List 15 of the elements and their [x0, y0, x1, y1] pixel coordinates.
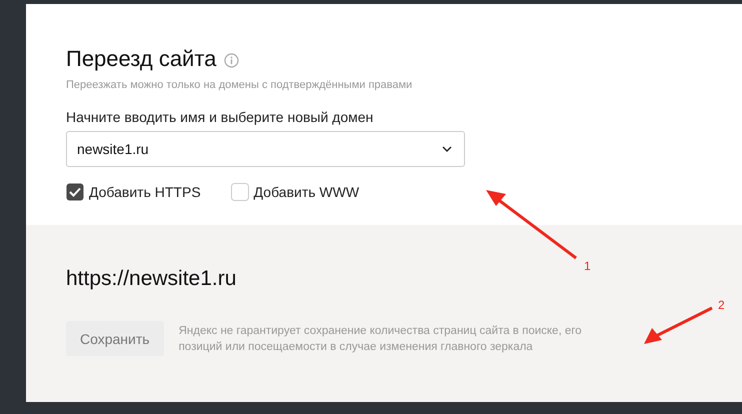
checkbox[interactable] [230, 183, 249, 201]
checkbox[interactable] [66, 183, 84, 201]
result-url: https://newsite1.ru [66, 267, 238, 291]
page-title: Переезд сайта [66, 46, 216, 72]
domain-select[interactable]: newsite1.ru [66, 131, 465, 167]
disclaimer-text: Яндекс не гарантирует сохранение количества страниц сайта в поиске, его позиций или посещаемости в случае изменения главного зеркала [178, 324, 583, 354]
annotation-number: 1 [584, 259, 591, 273]
checkbox-label[interactable]: Добавить HTTPS [89, 184, 201, 200]
hint-text: Переезжать можно только на домены с подтверждёнными правами [66, 79, 414, 91]
field-label: Начните вводить имя и выберите новый домен [66, 109, 374, 125]
annotation-number: 2 [718, 298, 725, 312]
checkbox-label[interactable]: Добавить WWW [254, 184, 360, 200]
info-icon[interactable] [224, 53, 240, 68]
annotation-arrow [642, 306, 714, 346]
chevron-down-icon [442, 146, 452, 152]
